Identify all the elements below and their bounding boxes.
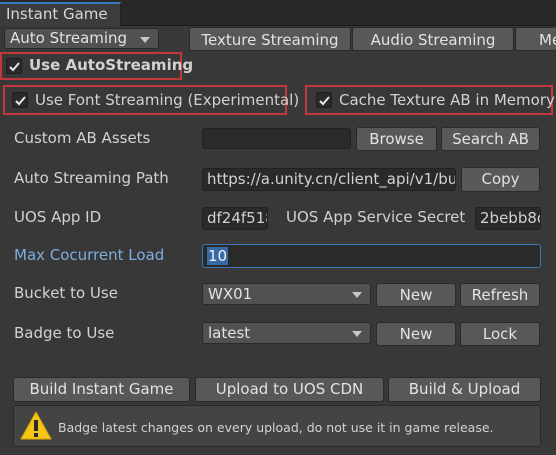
- use-autostreaming-label: Use AutoStreaming: [29, 56, 194, 74]
- upload-uos-cdn-button[interactable]: Upload to UOS CDN: [195, 377, 384, 402]
- badge-dropdown[interactable]: latest: [202, 322, 371, 344]
- bucket-dropdown[interactable]: WX01: [202, 283, 371, 305]
- badge-label: Badge to Use: [14, 324, 115, 342]
- tab-instant-game[interactable]: Instant Game: [0, 2, 121, 26]
- warning-icon: [20, 411, 52, 440]
- help-box: Badge latest changes on every upload, do…: [13, 405, 541, 447]
- streaming-path-label: Auto Streaming Path: [14, 169, 169, 187]
- chevron-down-icon: [140, 36, 150, 43]
- chevron-down-icon: [352, 331, 362, 337]
- badge-lock-button[interactable]: Lock: [460, 322, 540, 346]
- checkmark-icon: [15, 96, 26, 106]
- tab-texture-streaming[interactable]: Texture Streaming: [189, 27, 351, 51]
- tab-more[interactable]: Me: [515, 27, 556, 51]
- chevron-down-icon: [352, 292, 362, 298]
- checkmark-icon: [9, 62, 20, 72]
- uos-app-id-label: UOS App ID: [14, 208, 102, 226]
- cache-texture-ab-checkbox[interactable]: [316, 92, 332, 108]
- copy-button[interactable]: Copy: [461, 167, 540, 192]
- build-instant-game-button[interactable]: Build Instant Game: [13, 377, 190, 402]
- mode-dropdown[interactable]: Auto Streaming: [4, 28, 159, 49]
- bucket-label: Bucket to Use: [14, 284, 118, 302]
- uos-app-id-field[interactable]: df24f518: [202, 207, 268, 230]
- badge-new-button[interactable]: New: [376, 322, 456, 346]
- use-autostreaming-checkbox[interactable]: [6, 58, 22, 74]
- bucket-dropdown-value: WX01: [208, 285, 253, 303]
- custom-ab-field[interactable]: [202, 128, 351, 149]
- build-and-upload-button[interactable]: Build & Upload: [388, 377, 541, 402]
- browse-button[interactable]: Browse: [356, 127, 437, 151]
- use-font-streaming-label: Use Font Streaming (Experimental): [35, 91, 300, 109]
- cache-texture-ab-label: Cache Texture AB in Memory: [339, 91, 555, 109]
- help-message: Badge latest changes on every upload, do…: [58, 420, 494, 435]
- use-font-streaming-checkbox[interactable]: [12, 92, 28, 108]
- uos-secret-field[interactable]: 2bebb8c: [475, 207, 541, 230]
- mode-dropdown-value: Auto Streaming: [10, 29, 128, 47]
- max-load-label: Max Cocurrent Load: [14, 246, 165, 264]
- bucket-refresh-button[interactable]: Refresh: [460, 283, 540, 307]
- streaming-path-field[interactable]: https://a.unity.cn/client_api/v1/bu: [202, 168, 456, 191]
- tab-audio-streaming[interactable]: Audio Streaming: [352, 27, 514, 51]
- uos-secret-label: UOS App Service Secret: [286, 208, 466, 226]
- badge-dropdown-value: latest: [208, 324, 251, 342]
- bucket-new-button[interactable]: New: [376, 283, 456, 307]
- checkmark-icon: [319, 96, 330, 106]
- search-ab-button[interactable]: Search AB: [441, 127, 540, 151]
- max-load-value: 10: [207, 247, 229, 265]
- custom-ab-label: Custom AB Assets: [14, 129, 151, 147]
- max-load-field[interactable]: 10: [202, 244, 541, 268]
